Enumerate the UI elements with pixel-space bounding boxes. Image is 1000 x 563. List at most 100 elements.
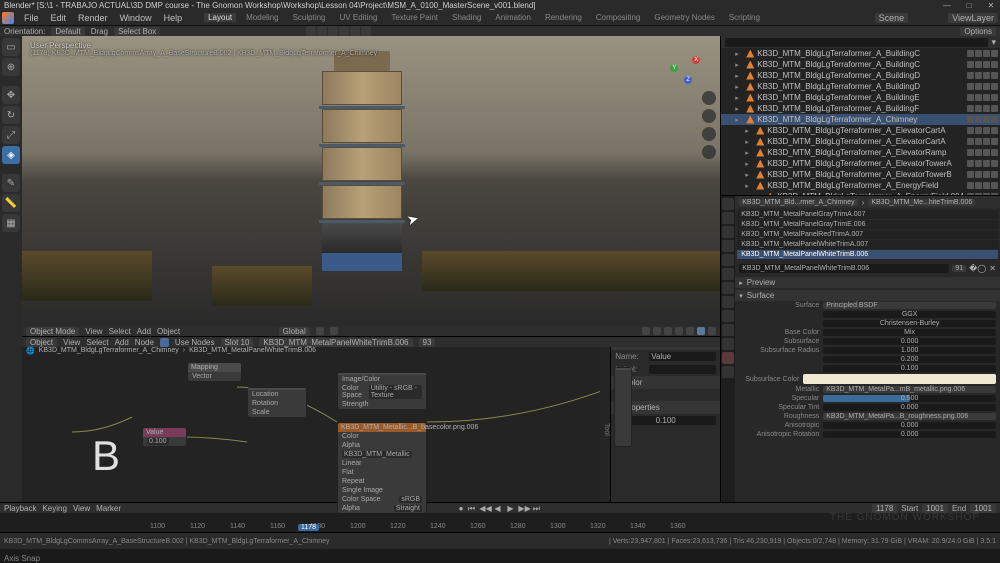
material-unlink-icon[interactable]: ✕ bbox=[989, 264, 996, 273]
outliner-row[interactable]: ▸KB3D_MTM_BldgLgTerraformer_A_ElevatorTo… bbox=[721, 158, 1000, 169]
autokey-icon[interactable]: ● bbox=[459, 504, 464, 513]
viewport-3d[interactable]: User Perspective (1178) KB3D_MTM_BldgLgC… bbox=[22, 36, 720, 326]
property-value[interactable]: 0.000 bbox=[823, 404, 996, 411]
outliner-row[interactable]: ▸KB3D_MTM_BldgLgTerraformer_A_BuildingF bbox=[721, 103, 1000, 114]
material-users-count[interactable]: 91 bbox=[952, 265, 966, 272]
options-dropdown[interactable]: Options bbox=[960, 27, 996, 36]
menu-render[interactable]: Render bbox=[72, 13, 114, 23]
prop-tab-particle[interactable] bbox=[722, 296, 734, 308]
property-value[interactable]: 0.000 bbox=[823, 338, 996, 345]
node-group[interactable]: Image/Color Color SpaceUtility - sRGB - … bbox=[337, 372, 427, 410]
outliner-row[interactable]: ▸KB3D_MTM_BldgLgTerraformer_A_ElevatorCa… bbox=[721, 125, 1000, 136]
close-icon[interactable]: ✕ bbox=[986, 1, 996, 10]
node-image-texture[interactable]: KB3D_MTM_Metallic...B_basecolor.png.006 … bbox=[337, 422, 427, 514]
tool-add[interactable]: ▦ bbox=[2, 214, 20, 232]
orientation-dropdown[interactable]: Default bbox=[51, 27, 84, 36]
outliner-row[interactable]: ▸KB3D_MTM_BldgLgTerraformer_A_BuildingC bbox=[721, 48, 1000, 59]
node-canvas[interactable]: Mapping Vector Image/Color Color SpaceUt… bbox=[22, 347, 610, 502]
snap-icon-5[interactable] bbox=[350, 26, 360, 36]
camera-icon[interactable] bbox=[702, 127, 716, 141]
shading-wire-icon[interactable] bbox=[675, 327, 683, 335]
snap-toggle-icon[interactable] bbox=[316, 327, 324, 335]
mode-dropdown[interactable]: Object Mode bbox=[26, 327, 79, 336]
material-slot[interactable]: KB3D_MTM_MetalPanelGrayTrimE.006 bbox=[737, 220, 998, 229]
outliner-row[interactable]: ▸KB3D_MTM_BldgLgTerraformer_A_BuildingD bbox=[721, 70, 1000, 81]
xray-icon[interactable] bbox=[664, 327, 672, 335]
tl-menu-view[interactable]: View bbox=[73, 504, 90, 513]
prev-key-icon[interactable]: ◀◀ bbox=[479, 504, 489, 512]
play-reverse-icon[interactable]: ◀ bbox=[492, 504, 502, 512]
tab-scripting[interactable]: Scripting bbox=[725, 13, 764, 22]
property-value[interactable]: 0.100 bbox=[823, 365, 996, 372]
viewlayer-selector[interactable]: ViewLayer bbox=[948, 13, 998, 23]
blender-logo-icon[interactable] bbox=[2, 12, 14, 24]
ne-menu-view[interactable]: View bbox=[63, 338, 80, 347]
outliner-row[interactable]: ▸KB3D_MTM_BldgLgTerraformer_A_ElevatorTo… bbox=[721, 169, 1000, 180]
playhead[interactable]: 1178 bbox=[298, 524, 319, 531]
material-name[interactable]: KB3D_MTM_MetalPanelWhiteTrimB.006 bbox=[259, 338, 412, 347]
prop-tab-output[interactable] bbox=[722, 212, 734, 224]
shading-solid-icon[interactable] bbox=[686, 327, 694, 335]
orientation-global[interactable]: Global bbox=[279, 327, 310, 336]
snap-icon-3[interactable] bbox=[328, 26, 338, 36]
prop-tab-object[interactable] bbox=[722, 268, 734, 280]
tool-measure[interactable]: 📏 bbox=[2, 194, 20, 212]
prop-tab-data[interactable] bbox=[722, 338, 734, 350]
prop-tab-scene[interactable] bbox=[722, 240, 734, 252]
ne-menu-select[interactable]: Select bbox=[86, 338, 108, 347]
menu-file[interactable]: File bbox=[18, 13, 45, 23]
material-users[interactable]: 93 bbox=[419, 338, 436, 347]
proportional-icon[interactable] bbox=[330, 327, 338, 335]
outliner-row[interactable]: ▸KB3D_MTM_BldgLgTerraformer_A_EnergyFiel… bbox=[721, 180, 1000, 191]
jump-start-icon[interactable]: ⏮ bbox=[466, 504, 476, 512]
surface-panel-header[interactable]: Surface bbox=[735, 290, 1000, 301]
prop-tab-texture[interactable] bbox=[722, 366, 734, 378]
shading-rendered-icon[interactable] bbox=[708, 327, 716, 335]
material-slot[interactable]: KB3D_MTM_MetalPanelWhiteTrimB.006 bbox=[737, 250, 998, 259]
property-value[interactable]: 0.200 bbox=[823, 356, 996, 363]
node-value[interactable]: Value 0.100 bbox=[142, 427, 187, 447]
tab-layout[interactable]: Layout bbox=[204, 13, 236, 22]
shader-mode[interactable]: Object bbox=[26, 338, 57, 347]
tab-uv[interactable]: UV Editing bbox=[336, 13, 382, 22]
snap-icon-6[interactable] bbox=[361, 26, 371, 36]
material-new-icon[interactable]: �◯ bbox=[969, 264, 986, 273]
tool-move[interactable]: ✥ bbox=[2, 86, 20, 104]
tool-transform[interactable]: ◈ bbox=[2, 146, 20, 164]
property-value[interactable]: 0.000 bbox=[823, 422, 996, 429]
vp-menu-view[interactable]: View bbox=[85, 327, 102, 336]
snap-icon-2[interactable] bbox=[317, 26, 327, 36]
tab-modeling[interactable]: Modeling bbox=[242, 13, 282, 22]
node-label-input[interactable] bbox=[649, 365, 716, 374]
snap-icon[interactable] bbox=[306, 26, 316, 36]
color-swatch[interactable] bbox=[803, 374, 996, 384]
outliner-row[interactable]: ▸KB3D_MTM_BldgLgTerraformer_A_BuildingE bbox=[721, 92, 1000, 103]
outliner-row[interactable]: ▸KB3D_MTM_BldgLgTerraformer_A_BuildingC bbox=[721, 59, 1000, 70]
ne-menu-add[interactable]: Add bbox=[115, 338, 129, 347]
tl-menu-marker[interactable]: Marker bbox=[96, 504, 121, 513]
tool-annotate[interactable]: ✎ bbox=[2, 174, 20, 192]
play-icon[interactable]: ▶ bbox=[505, 504, 515, 512]
outliner-row[interactable]: ▸KB3D_MTM_BldgLgTerraformer_A_ElevatorCa… bbox=[721, 136, 1000, 147]
sss-method-dropdown[interactable]: Christensen-Burley bbox=[823, 320, 996, 327]
pan-icon[interactable] bbox=[702, 109, 716, 123]
material-slot[interactable]: KB3D_MTM_MetalPanelWhiteTrimA.007 bbox=[737, 240, 998, 249]
menu-help[interactable]: Help bbox=[158, 13, 189, 23]
vp-menu-add[interactable]: Add bbox=[137, 327, 151, 336]
property-value[interactable]: 0.500 bbox=[823, 395, 996, 402]
outliner-row[interactable]: ▸KB3D_MTM_BldgLgTerraformer_A_ElevatorRa… bbox=[721, 147, 1000, 158]
prop-tab-world[interactable] bbox=[722, 254, 734, 266]
property-value[interactable]: Mix bbox=[823, 329, 996, 336]
tab-texpaint[interactable]: Texture Paint bbox=[387, 13, 442, 22]
maximize-icon[interactable]: □ bbox=[964, 1, 974, 10]
prop-tab-render[interactable] bbox=[722, 198, 734, 210]
shader-editor[interactable]: Object View Select Add Node Use Nodes Sl… bbox=[22, 336, 720, 502]
jump-end-icon[interactable]: ⏭ bbox=[531, 504, 541, 512]
distribution-dropdown[interactable]: GGX bbox=[823, 311, 996, 318]
tab-animation[interactable]: Animation bbox=[491, 13, 535, 22]
tool-rotate[interactable]: ↻ bbox=[2, 106, 20, 124]
minimize-icon[interactable]: — bbox=[942, 1, 952, 10]
material-name-field[interactable]: KB3D_MTM_MetalPanelWhiteTrimB.006 bbox=[739, 264, 949, 273]
material-slot[interactable]: KB3D_MTM_MetalPanelRedTrimA.007 bbox=[737, 230, 998, 239]
tab-sculpting[interactable]: Sculpting bbox=[289, 13, 330, 22]
